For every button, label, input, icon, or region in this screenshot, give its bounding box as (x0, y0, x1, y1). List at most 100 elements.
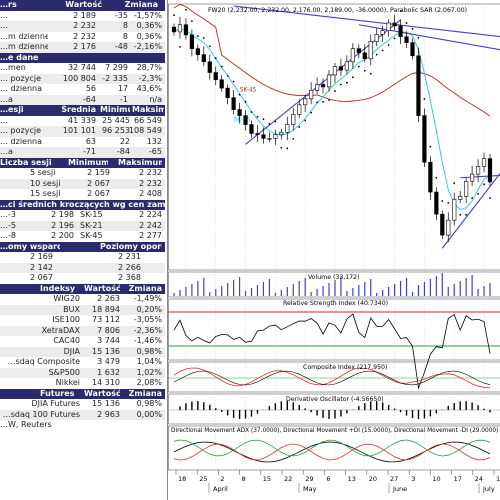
candle-body (386, 22, 391, 32)
levels-cell: 2 067 (30, 273, 53, 282)
futures-header: Futures Wartość Zmiana (0, 388, 165, 399)
sar-dot (429, 145, 432, 148)
price-title: FW20 (2,232.00, 2,232.00, 2,176.00, 2,18… (208, 7, 467, 14)
candle-body (207, 61, 212, 73)
candle-body (261, 134, 266, 139)
sar-dot (238, 93, 241, 96)
stats-cell: -1,57% (133, 10, 162, 20)
sar-dot (423, 97, 426, 100)
futures-cell: 15 136 (92, 399, 120, 408)
indices-cell: 1,02% (136, 367, 162, 377)
stats-header-cell: Zmiana (124, 0, 158, 9)
candle-body (350, 48, 355, 63)
stats-cell: 2 176 (73, 42, 96, 51)
stats-cell: 8 (122, 31, 128, 41)
volume-row: …a -64 -1 n/a (0, 94, 165, 105)
stats-cell: 0,36% (136, 21, 162, 30)
stats-cell: 2 232 (73, 21, 96, 30)
ma-cell: …-8 (0, 231, 16, 240)
volume-cell: -1 (120, 94, 128, 104)
levels-cell: 2 231 (118, 252, 141, 261)
quote-panel: …rs Wartość Zmiana … 2 189 -35 -1,57% … 2 232 8 0,… (0, 0, 165, 500)
sar-dot (316, 101, 318, 104)
candle-body (458, 195, 463, 200)
sar-dot (465, 213, 468, 216)
sar-dot (250, 111, 253, 113)
sar-dot (417, 36, 420, 39)
sar-dot (185, 8, 187, 11)
sar-dot (453, 182, 456, 185)
date-label: 2 (220, 475, 224, 483)
date-label: 15 (263, 475, 271, 483)
levels-header-cell: …omy wsparcia (0, 241, 60, 251)
candle-body (237, 109, 242, 116)
sar-dot (268, 123, 271, 125)
ma-cell: 2 198 (51, 210, 74, 219)
levels-cell: 2 266 (118, 262, 141, 272)
chart-panel: SK-45 SK-15 FW20 (2,232.00, 2,232.00, 2,17… (167, 0, 500, 500)
indices-cell: -2,36% (133, 325, 162, 335)
sessions-row: … 41 339 25 445 66 549 (0, 116, 165, 127)
minus-di-line (173, 443, 491, 461)
indices-cell: WIG20 (53, 294, 80, 303)
indices-cell: 0,20% (136, 304, 162, 314)
ranges-header-cell: Maksimum (118, 157, 162, 167)
ma-cell: 2 200 (51, 231, 74, 240)
candle-body (332, 66, 338, 76)
sar-dot (447, 201, 450, 204)
derivative-title: Derivative Oscillator (-4.56650) (286, 396, 384, 403)
indices-header-cell: Indeksy (40, 283, 76, 293)
sk45-line (173, 3, 491, 117)
ranges-cell: 15 sesji (30, 189, 61, 198)
indices-cell: 1,04% (136, 357, 162, 366)
ma-header-cell: …ci średnich kroczących wg cen zamknięci… (0, 199, 165, 209)
sar-dot (322, 100, 324, 103)
volume-row: … pozycje 100 804 -2 335 -2,3% (0, 73, 165, 84)
ranges-cell: 2 067 (87, 178, 110, 188)
stats-header: …rs Wartość Zmiana (0, 0, 165, 11)
sar-dot (375, 53, 378, 56)
volume-cell: 56 (85, 84, 96, 93)
levels-row: 2 067 2 368 (0, 273, 165, 284)
levels-row: 2 169 2 231 (0, 252, 165, 263)
indices-cell: 0,98% (136, 346, 162, 356)
sar-dot (346, 81, 348, 84)
stats-cell: -48 (114, 42, 128, 51)
stats-row: … 2 189 -35 -1,57% (0, 11, 165, 22)
candle-body (398, 25, 403, 37)
volume-cell: -2 335 (102, 73, 128, 83)
candle-body (177, 24, 183, 33)
indices-row: …sdaq Composite 3 479 1,04% (0, 357, 165, 368)
candle-body (309, 90, 314, 100)
adx-line (173, 441, 491, 463)
indices-cell: ISE100 (52, 315, 80, 324)
candle-body (422, 115, 427, 163)
volume-cell: 100 804 (62, 73, 96, 83)
candle-body (303, 98, 308, 106)
candle-body (428, 161, 433, 193)
source-row: …W, Reuters (0, 420, 165, 431)
candle-body (368, 41, 373, 60)
indices-cell: 3 744 (97, 336, 120, 345)
indices-cell: S&P500 (48, 367, 80, 377)
indices-cell: 18 894 (92, 304, 120, 314)
futures-header-cell: Zmiana (128, 388, 162, 398)
ranges-header-cell: Minimum (68, 157, 108, 167)
volume-cell: 32 744 (68, 63, 96, 72)
indices-cell: -3,05% (133, 315, 162, 324)
sar-dot (357, 65, 360, 68)
sessions-cell: …a (0, 147, 13, 156)
sar-dot (220, 65, 223, 68)
indices-cell: 7 806 (97, 325, 120, 335)
futures-row: …sdaq 100 Futures 2 963 0,00% (0, 409, 165, 420)
stats-header-cell: …rs (0, 0, 17, 9)
stats-row: …m dzienne 2 176 -48 -2,16% (0, 42, 165, 53)
sar-dot (202, 36, 205, 39)
candle-body (380, 30, 385, 35)
ranges-cell: 5 sesji (30, 168, 56, 177)
volume-header: …e dane (0, 52, 165, 63)
candle-body (452, 198, 457, 221)
futures-header-cell: Futures (40, 388, 75, 398)
indices-row: S&P500 1 632 1,02% (0, 367, 165, 378)
stats-cell: … (0, 10, 8, 20)
